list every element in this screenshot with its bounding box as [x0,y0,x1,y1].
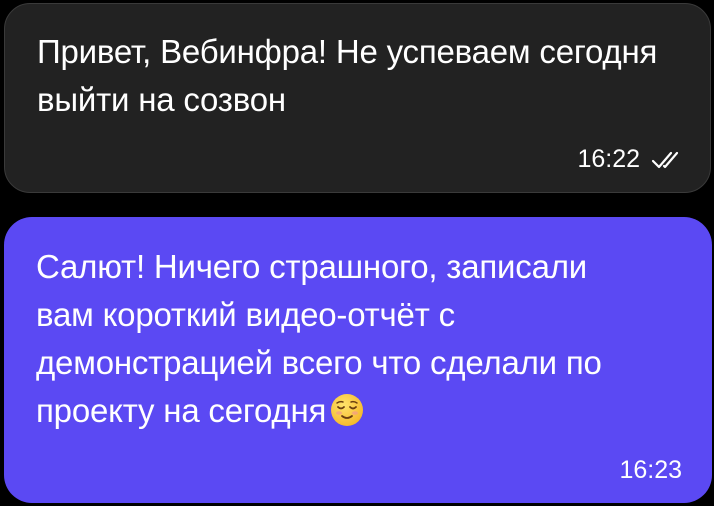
message-text: Привет, Вебинфра! Не успеваем сегодня вы… [37,33,658,118]
message-text-content: Салют! Ничего страшного, записали вам ко… [36,248,602,429]
message-time: 16:22 [577,145,640,173]
message-text: Салют! Ничего страшного, записали вам ко… [36,243,686,435]
message-meta: 16:22 [577,145,680,174]
double-check-icon [650,149,680,171]
message-bubble-outgoing[interactable]: Салют! Ничего страшного, записали вам ко… [4,217,712,503]
message-bubble-incoming[interactable]: Привет, Вебинфра! Не успеваем сегодня вы… [4,3,711,193]
message-meta: 16:23 [619,456,682,485]
message-time: 16:23 [619,456,682,484]
relieved-face-emoji-icon [330,392,364,426]
